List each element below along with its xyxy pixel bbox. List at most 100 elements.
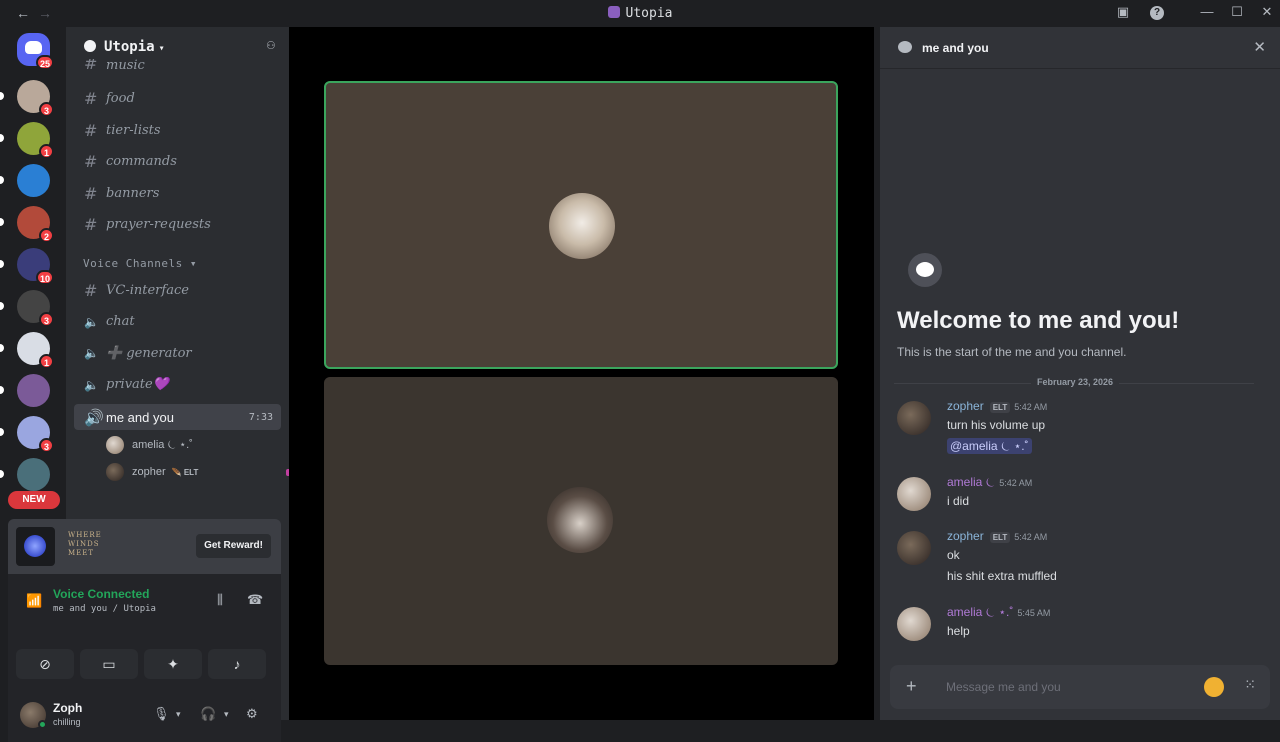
server-icon[interactable]: 3 [17, 416, 54, 453]
signal-icon[interactable]: 📶 [26, 593, 42, 609]
channel-food[interactable]: # food [74, 86, 281, 112]
help-icon[interactable]: ? [1150, 6, 1164, 20]
voice-location[interactable]: me and you / Utopia [53, 604, 156, 614]
channel-banners[interactable]: # banners [74, 180, 281, 206]
activities-button[interactable]: ✦ [144, 649, 202, 679]
channel-music[interactable]: # music [74, 59, 281, 73]
server-icon[interactable]: 10 [17, 248, 54, 285]
user-mention[interactable]: @amelia ⏾ ⋆.˚ [947, 438, 1032, 454]
disconnect-icon[interactable]: ☎ [247, 592, 263, 608]
voice-channel[interactable]: 🔈 ➕ generator [74, 340, 281, 366]
message-author[interactable]: amelia ⏾ ⋆.˚ [947, 605, 1013, 619]
mention-badge: 3 [39, 312, 54, 327]
message-input[interactable] [946, 677, 1186, 697]
date-text: February 23, 2026 [1030, 377, 1120, 387]
mention-badge: 1 [39, 144, 54, 159]
message-text: turn his volume up [947, 418, 1046, 432]
participant-tile-speaking[interactable] [324, 81, 838, 369]
voice-channel[interactable]: 🔈 chat [74, 309, 281, 335]
emoji-icon[interactable] [1204, 677, 1224, 697]
channel-tier-lists[interactable]: # tier-lists [74, 117, 281, 143]
server-icon[interactable]: 1 [17, 332, 54, 369]
participant-avatar [547, 487, 613, 553]
home-button[interactable]: 25 [17, 33, 54, 70]
avatar[interactable] [897, 477, 931, 511]
chat-message[interactable]: zopher ELT 5:42 AM ok his shit extra muffled [897, 529, 1267, 589]
channel-me-and-you[interactable]: 🔊 me and you 7:33 [74, 404, 281, 430]
channel-sidebar: Utopia ▾ ⚇ # music # food # tier-lists # command… [8, 27, 296, 742]
user-status[interactable]: chilling [53, 717, 81, 727]
avatar[interactable] [897, 401, 931, 435]
unread-indicator [0, 134, 4, 142]
voice-user-amelia[interactable]: amelia ⏾ ⋆.˚ [106, 434, 193, 456]
server-icon[interactable]: 1 [17, 122, 54, 159]
channel-name: food [106, 91, 135, 106]
close-icon[interactable]: ✕ [1253, 38, 1266, 56]
participant-tile[interactable] [324, 377, 838, 665]
invite-user-icon[interactable]: ⚇ [267, 37, 275, 53]
chat-bubble-icon [908, 253, 942, 287]
close-window-button[interactable]: ✕ [1258, 4, 1276, 20]
speaker-icon: 🔊 [84, 407, 104, 427]
message-text: help [947, 624, 970, 638]
maximize-button[interactable]: ☐ [1228, 4, 1246, 20]
voice-status[interactable]: Voice Connected [53, 587, 149, 601]
unread-indicator [0, 218, 4, 226]
voice-category-label: Voice Channels [83, 257, 183, 270]
camera-off-button[interactable]: ⊘ [16, 649, 74, 679]
noise-suppression-icon[interactable]: ⫼ [217, 592, 223, 608]
avatar[interactable] [897, 531, 931, 565]
welcome-subtitle: This is the start of the me and you chan… [897, 345, 1127, 359]
plus-icon[interactable]: + [906, 676, 917, 697]
voice-channel[interactable]: # VC-interface [74, 277, 281, 303]
inbox-icon[interactable]: ▣ [1114, 4, 1132, 20]
channel-prayer-requests[interactable]: # prayer-requests [74, 212, 281, 238]
discord-logo-icon [25, 41, 42, 54]
share-screen-button[interactable]: ▭ [80, 649, 138, 679]
speaker-icon: 🔈 [84, 377, 99, 392]
voice-user-zopher[interactable]: zopher 🪶 ELT [106, 461, 296, 483]
channel-commands[interactable]: # commands [74, 149, 281, 175]
server-icon[interactable] [17, 374, 50, 407]
participant-avatar [549, 193, 615, 259]
voice-user-name: amelia ⏾ ⋆.˚ [132, 439, 193, 451]
server-icon[interactable] [17, 164, 50, 197]
message-author[interactable]: zopher [947, 399, 984, 413]
apps-icon[interactable]: ⁙ [1244, 676, 1256, 693]
get-reward-button[interactable]: Get Reward! [196, 534, 271, 558]
channel-name: commands [106, 154, 177, 169]
server-icon[interactable]: 2 [17, 206, 54, 243]
message-author[interactable]: amelia ⏾ [947, 475, 995, 489]
chat-channel-name: me and you [922, 41, 989, 55]
server-icon[interactable]: 3 [17, 290, 54, 327]
window-title-text: Utopia [625, 6, 673, 21]
server-icon[interactable] [17, 458, 50, 491]
voice-channel[interactable]: 🔈 private💜 [74, 372, 281, 398]
server-glyph-icon [607, 6, 620, 18]
home-badge: 25 [35, 55, 54, 70]
chevron-down-icon: ▾ [189, 257, 197, 270]
chat-message[interactable]: amelia ⏾ 5:42 AM i did [897, 475, 1267, 535]
date-label: February 23, 2026 [880, 377, 1270, 387]
screen-share-icon: ▭ [102, 656, 116, 672]
camera-off-icon: ⊘ [39, 656, 51, 672]
soundboard-button[interactable]: ♪ [208, 649, 266, 679]
message-author[interactable]: zopher [947, 529, 984, 543]
server-icon[interactable]: 3 [17, 80, 54, 117]
chat-message[interactable]: amelia ⏾ ⋆.˚ 5:45 AM help [897, 605, 1267, 665]
user-name[interactable]: Zoph [53, 701, 82, 715]
chat-message[interactable]: zopher ELT 5:42 AM turn his volume up @ameli… [897, 399, 1267, 459]
channel-name: prayer-requests [106, 217, 211, 232]
avatar[interactable] [897, 607, 931, 641]
chevron-down-icon[interactable]: ▾ [224, 709, 229, 720]
avatar [106, 436, 124, 454]
chat-header: me and you ✕ [880, 27, 1280, 69]
chevron-down-icon[interactable]: ▾ [176, 709, 181, 720]
minimize-button[interactable]: — [1198, 4, 1216, 19]
message-mention-line: @amelia ⏾ ⋆.˚ [947, 438, 1032, 454]
voice-category[interactable]: Voice Channels ▾ [83, 257, 197, 270]
new-badge[interactable]: NEW [8, 491, 60, 509]
hashtag-icon: # [84, 280, 98, 300]
role-tag-text: ELT [183, 467, 199, 477]
mention-badge: 1 [39, 354, 54, 369]
